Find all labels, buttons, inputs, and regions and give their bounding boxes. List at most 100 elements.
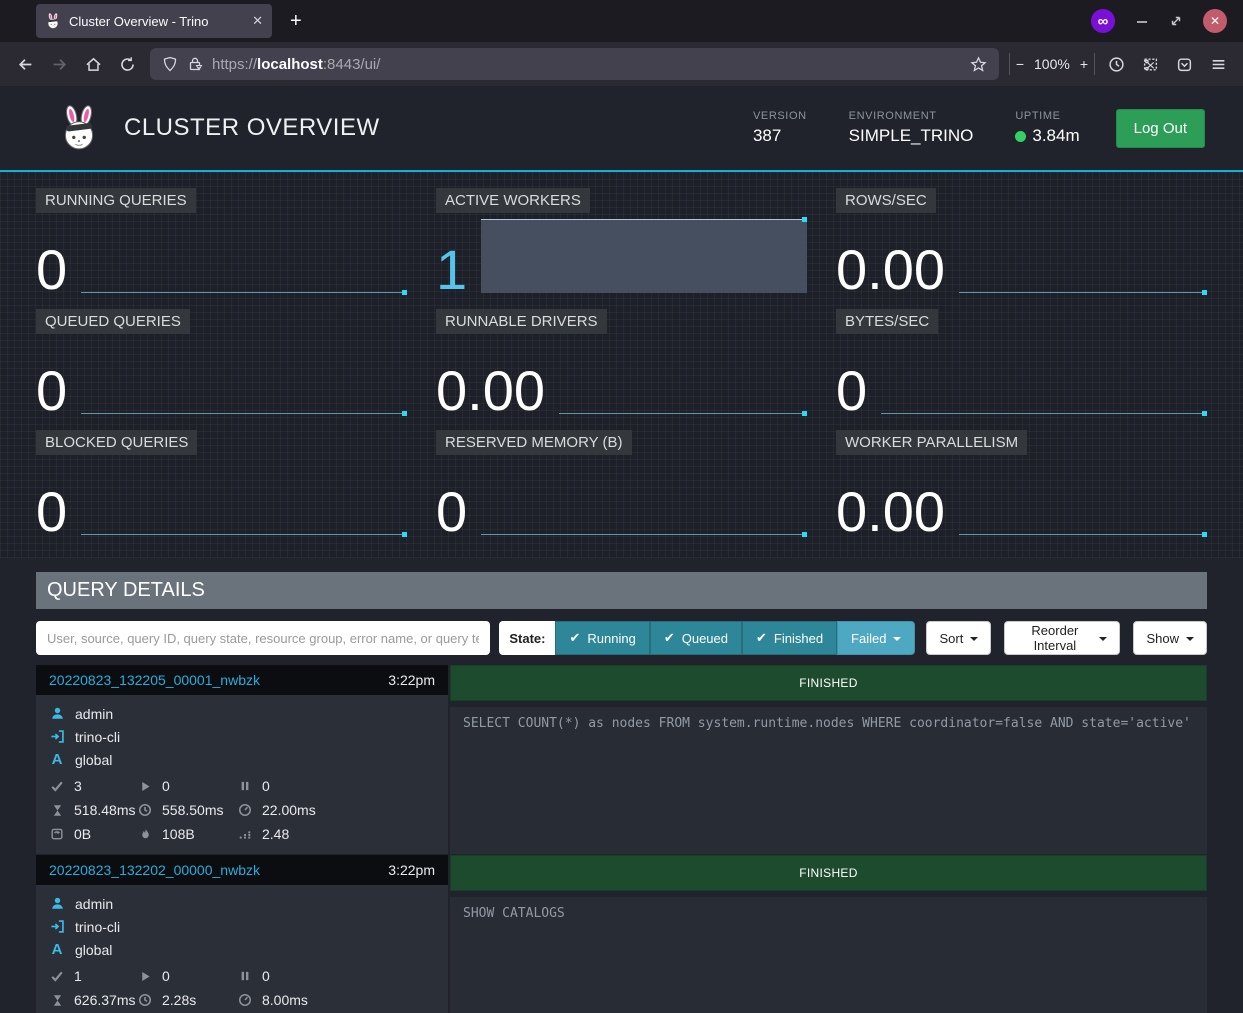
stat-card-blocked-queries: BLOCKED QUERIES 0 <box>36 430 407 538</box>
state-filter-queued[interactable]: ✔ Queued <box>650 621 742 655</box>
bookmark-star-icon[interactable] <box>970 56 987 73</box>
sparkline <box>81 530 407 535</box>
zoom-controls: − 100% + <box>1009 53 1095 75</box>
browser-tab-bar: Cluster Overview - Trino ✕ + ∞ ✕ <box>0 0 1243 42</box>
queued-splits: 0 <box>262 778 270 794</box>
chevron-down-icon <box>970 637 978 641</box>
history-clock-icon[interactable] <box>1099 48 1133 80</box>
sparkline <box>959 288 1207 293</box>
uptime-status-dot <box>1015 131 1026 142</box>
back-icon[interactable] <box>8 48 42 80</box>
new-tab-button[interactable]: + <box>290 10 302 33</box>
queued-splits-pause-icon <box>237 780 253 792</box>
cpu-time: 2.28s <box>162 992 196 1008</box>
query-sql-text: SELECT COUNT(*) as nodes FROM system.run… <box>450 707 1207 854</box>
peak-memory: 108B <box>162 826 195 842</box>
trino-bunny-favicon <box>45 13 61 29</box>
query-row: 20220823_132205_00001_nwbzk 3:22pm admin… <box>36 665 1207 854</box>
cpu-time-clock-icon <box>137 993 153 1007</box>
stat-card-active-workers: ACTIVE WORKERS 1 <box>436 188 807 296</box>
cumulative-memory-chart-icon <box>237 827 253 841</box>
stat-card-reserved-memory: RESERVED MEMORY (B) 0 <box>436 430 807 538</box>
cluster-stats-section: RUNNING QUERIES 0 ACTIVE WORKERS 1 ROWS/… <box>0 172 1243 558</box>
extension-icon[interactable]: ∞ <box>1091 9 1115 33</box>
sparkline <box>81 288 407 293</box>
query-resource-group: global <box>75 942 112 958</box>
queued-splits-pause-icon <box>237 970 253 982</box>
sparkline <box>959 530 1207 535</box>
stat-value: 0.00 <box>436 365 545 417</box>
source-sign-in-icon <box>49 729 65 744</box>
running-splits-play-icon <box>137 970 153 983</box>
cpu-time: 558.50ms <box>162 802 223 818</box>
shield-icon[interactable] <box>162 56 178 72</box>
state-filter-running[interactable]: ✔ Running <box>555 621 649 655</box>
tab-title: Cluster Overview - Trino <box>69 14 244 29</box>
zoom-out-button[interactable]: − <box>1016 56 1024 72</box>
home-icon[interactable] <box>76 48 110 80</box>
running-splits-play-icon <box>137 780 153 793</box>
browser-tab[interactable]: Cluster Overview - Trino ✕ <box>36 4 272 38</box>
query-details-section: QUERY DETAILS State: ✔ Running ✔ Queued … <box>36 572 1207 655</box>
query-time: 3:22pm <box>388 672 435 688</box>
window-close-button[interactable]: ✕ <box>1203 9 1227 33</box>
query-status-badge: FINISHED <box>450 855 1207 891</box>
window-restore-button[interactable] <box>1169 14 1183 28</box>
sparkline <box>481 219 807 293</box>
check-icon: ✔ <box>664 630 675 646</box>
peak-memory-flame-icon <box>137 828 153 841</box>
stat-value: 0.00 <box>836 486 945 538</box>
completed-splits-icon <box>49 779 65 793</box>
stat-value: 0 <box>36 244 67 296</box>
forward-icon[interactable] <box>42 48 76 80</box>
reorder-interval-dropdown[interactable]: Reorder Interval <box>1004 621 1120 655</box>
resource-group-icon: A <box>49 751 65 768</box>
state-filter-finished[interactable]: ✔ Finished <box>742 621 837 655</box>
sparkline <box>559 409 807 414</box>
uptime-info: UPTIME 3.84m <box>1015 110 1079 146</box>
state-filter-label: State: <box>499 621 555 655</box>
query-source: trino-cli <box>75 729 120 745</box>
check-icon: ✔ <box>569 630 580 646</box>
stat-card-running-queries: RUNNING QUERIES 0 <box>36 188 407 296</box>
user-icon <box>49 706 65 721</box>
version-info: VERSION 387 <box>753 110 807 146</box>
lock-warning-icon[interactable] <box>187 56 203 72</box>
url-bar[interactable]: https://localhost:8443/ui/ <box>150 48 999 80</box>
app-header: CLUSTER OVERVIEW VERSION 387 ENVIRONMENT… <box>0 86 1243 172</box>
window-minimize-button[interactable] <box>1135 14 1149 28</box>
queued-splits: 0 <box>262 968 270 984</box>
stat-card-rows-sec: ROWS/SEC 0.00 <box>836 188 1207 296</box>
completed-splits: 1 <box>74 968 82 984</box>
chevron-down-icon <box>1099 637 1107 641</box>
zoom-in-button[interactable]: + <box>1080 56 1088 72</box>
stat-card-queued-queries: QUEUED QUERIES 0 <box>36 309 407 417</box>
menu-hamburger-icon[interactable] <box>1201 48 1235 80</box>
query-id-link[interactable]: 20220823_132202_00000_nwbzk <box>49 862 260 878</box>
screenshot-icon[interactable] <box>1133 48 1167 80</box>
wall-time-hourglass-icon <box>49 804 65 817</box>
stat-card-worker-parallelism: WORKER PARALLELISM 0.00 <box>836 430 1207 538</box>
reload-icon[interactable] <box>110 48 144 80</box>
chevron-down-icon <box>893 637 901 641</box>
cpu-time-clock-icon <box>137 803 153 817</box>
show-dropdown[interactable]: Show <box>1133 621 1207 655</box>
execution-time-gauge-icon <box>237 993 253 1007</box>
sparkline <box>881 409 1207 414</box>
state-filter-failed-dropdown[interactable]: Failed <box>837 621 915 655</box>
sort-dropdown[interactable]: Sort <box>926 621 991 655</box>
page-title: CLUSTER OVERVIEW <box>124 114 380 142</box>
stat-card-bytes-sec: BYTES/SEC 0 <box>836 309 1207 417</box>
execution-time: 22.00ms <box>262 802 316 818</box>
pocket-icon[interactable] <box>1167 48 1201 80</box>
user-icon <box>49 896 65 911</box>
completed-splits: 3 <box>74 778 82 794</box>
query-id-link[interactable]: 20220823_132205_00001_nwbzk <box>49 672 260 688</box>
tab-close-icon[interactable]: ✕ <box>252 13 263 29</box>
cumulative-memory: 2.48 <box>262 826 289 842</box>
logout-button[interactable]: Log Out <box>1116 109 1205 148</box>
stat-value: 0 <box>836 365 867 417</box>
query-search-input[interactable] <box>36 621 490 655</box>
query-sql-text: SHOW CATALOGS <box>450 897 1207 1013</box>
zoom-level-button[interactable]: 100% <box>1034 56 1070 72</box>
